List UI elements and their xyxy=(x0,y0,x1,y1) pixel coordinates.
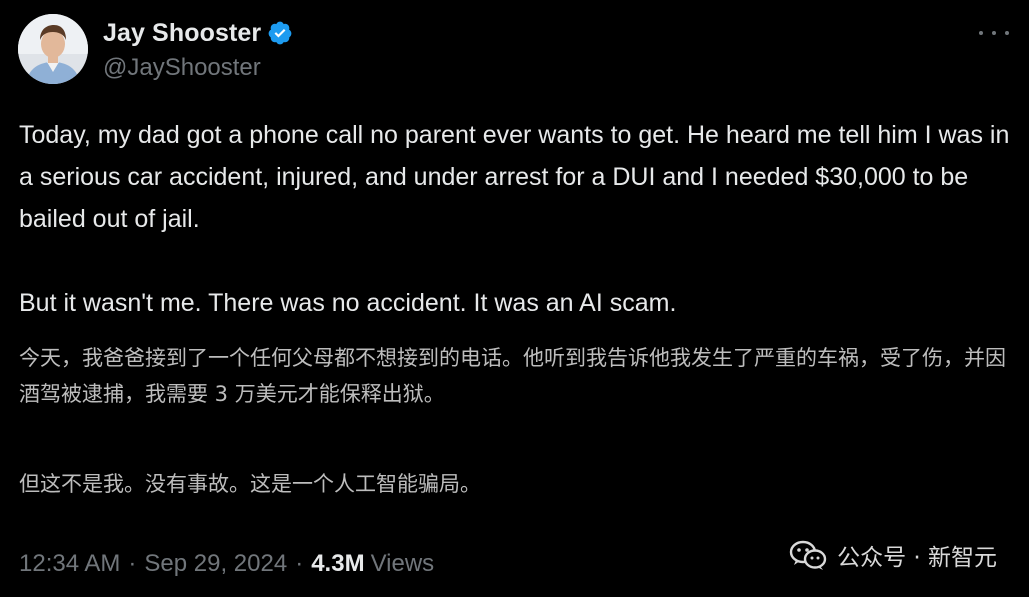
tweet-date[interactable]: Sep 29, 2024 xyxy=(144,550,287,578)
tweet-time[interactable]: 12:34 AM xyxy=(19,550,120,578)
translation-paragraph-1: 今天，我爸爸接到了一个任何父母都不想接到的电话。他听到我告诉他我发生了严重的车祸… xyxy=(19,346,1006,406)
tweet-metadata: 12:34 AM · Sep 29, 2024 · 4.3M Views xyxy=(19,550,434,578)
tweet-card: Jay Shooster @JayShooster Today, my dad … xyxy=(0,0,1029,597)
avatar-photo-icon xyxy=(18,14,88,84)
author-name-row: Jay Shooster xyxy=(103,17,293,49)
watermark: 公众号 · 新智元 xyxy=(789,538,997,572)
meta-separator: · xyxy=(295,550,304,577)
meta-separator: · xyxy=(128,550,137,577)
watermark-text: 公众号 · 新智元 xyxy=(837,545,997,571)
translation-paragraph-2: 但这不是我。没有事故。这是一个人工智能骗局。 xyxy=(19,472,481,496)
verified-badge-icon[interactable] xyxy=(267,20,293,46)
views-label: Views xyxy=(370,550,435,577)
more-options-icon[interactable] xyxy=(979,22,1009,44)
tweet-paragraph-1: Today, my dad got a phone call no parent… xyxy=(19,121,1010,233)
author-handle[interactable]: @JayShooster xyxy=(103,54,261,82)
author-display-name[interactable]: Jay Shooster xyxy=(103,19,261,48)
tweet-text-english: Today, my dad got a phone call no parent… xyxy=(19,114,1014,324)
author-avatar[interactable] xyxy=(18,14,88,84)
tweet-translation-chinese: 今天，我爸爸接到了一个任何父母都不想接到的电话。他听到我告诉他我发生了严重的车祸… xyxy=(19,340,1014,502)
tweet-paragraph-2: But it wasn't me. There was no accident.… xyxy=(19,289,677,317)
wechat-icon xyxy=(789,540,827,570)
views-count[interactable]: 4.3M xyxy=(311,550,364,578)
